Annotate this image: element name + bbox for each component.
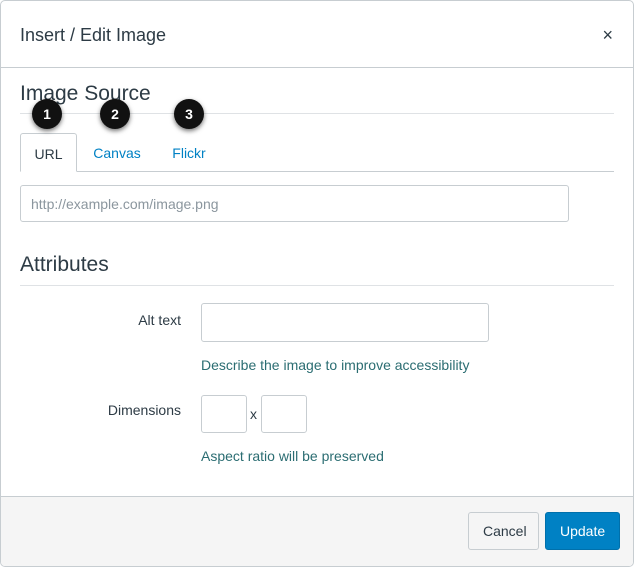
image-url-input[interactable] — [20, 185, 569, 222]
tab-canvas[interactable]: Canvas — [86, 133, 148, 171]
callout-badge-2: 2 — [100, 99, 130, 129]
close-icon[interactable]: × — [602, 25, 613, 45]
tab-flickr[interactable]: Flickr — [162, 133, 216, 171]
alt-text-label: Alt text — [138, 312, 181, 328]
dimensions-label: Dimensions — [107, 402, 181, 418]
dialog-titlebar: Insert / Edit Image × — [1, 1, 633, 68]
dialog-footer: Cancel Update — [1, 496, 633, 566]
attributes-heading: Attributes — [20, 253, 109, 276]
callout-badge-1: 1 — [32, 99, 62, 129]
image-source-tabs: URL Canvas Flickr — [20, 133, 614, 172]
alt-text-hint: Describe the image to improve accessibil… — [201, 357, 470, 373]
height-input[interactable] — [261, 395, 307, 433]
dimensions-separator: x — [250, 406, 257, 422]
tab-url[interactable]: URL — [20, 133, 77, 172]
width-input[interactable] — [201, 395, 247, 433]
insert-edit-image-dialog: Insert / Edit Image × Image Source URL C… — [0, 0, 634, 567]
alt-text-input[interactable] — [201, 303, 489, 342]
attributes-divider — [20, 285, 614, 286]
dimensions-hint: Aspect ratio will be preserved — [201, 448, 384, 464]
update-button[interactable]: Update — [545, 512, 620, 550]
dialog-title: Insert / Edit Image — [20, 25, 167, 45]
callout-badge-3: 3 — [174, 99, 204, 129]
cancel-button[interactable]: Cancel — [468, 512, 539, 550]
